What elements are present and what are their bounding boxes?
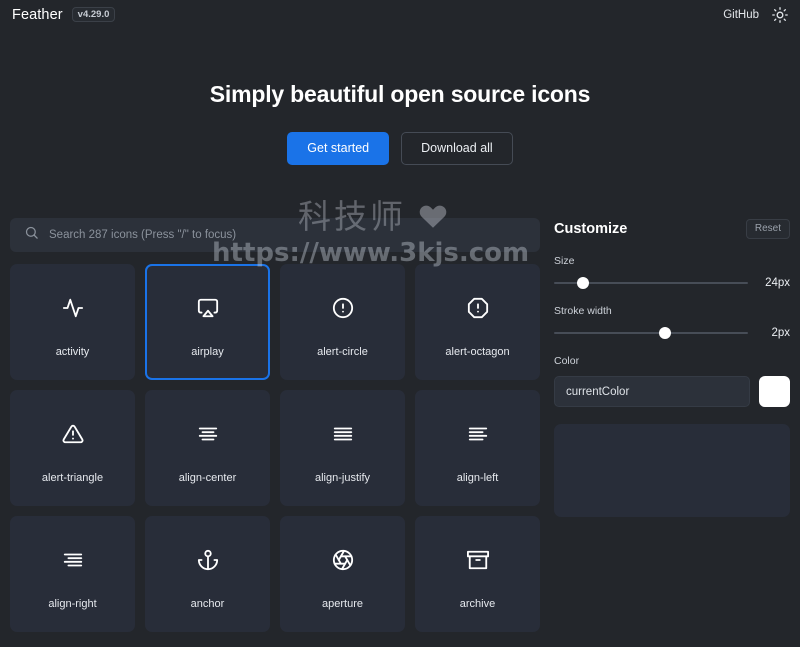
customize-panel: Customize Reset Size 24px Stroke width 2… xyxy=(554,218,790,632)
icon-card-activity[interactable]: activity xyxy=(10,264,135,380)
icon-card-alert-octagon[interactable]: alert-octagon xyxy=(415,264,540,380)
stroke-slider-thumb[interactable] xyxy=(658,327,671,339)
color-label: Color xyxy=(554,355,580,367)
top-header: Feather v4.29.0 GitHub xyxy=(0,0,800,29)
icon-card-anchor[interactable]: anchor xyxy=(145,516,270,632)
customize-title: Customize xyxy=(554,221,628,237)
icon-card-align-center[interactable]: align-center xyxy=(145,390,270,506)
icon-label: align-center xyxy=(178,472,237,484)
get-started-button[interactable]: Get started xyxy=(287,132,390,165)
archive-icon xyxy=(466,548,490,572)
icon-label: activity xyxy=(55,346,90,358)
icon-card-align-left[interactable]: align-left xyxy=(415,390,540,506)
icon-label: alert-triangle xyxy=(41,472,104,484)
align-center-icon xyxy=(196,422,220,446)
icon-label: alert-circle xyxy=(317,346,368,358)
icon-card-align-right[interactable]: align-right xyxy=(10,516,135,632)
icon-card-alert-circle[interactable]: alert-circle xyxy=(280,264,405,380)
icon-card-align-justify[interactable]: align-justify xyxy=(280,390,405,506)
align-right-icon xyxy=(61,548,85,572)
icon-preview-box xyxy=(554,424,790,517)
alert-circle-icon xyxy=(331,296,355,320)
hero-section: Simply beautiful open source icons Get s… xyxy=(0,29,800,165)
size-slider-thumb[interactable] xyxy=(577,277,590,289)
icon-card-airplay[interactable]: airplay xyxy=(145,264,270,380)
icon-label: align-left xyxy=(456,472,499,484)
main-content: activity airplay xyxy=(0,218,800,632)
size-slider-row: 24px xyxy=(554,276,790,290)
search-bar[interactable] xyxy=(10,218,540,252)
stroke-slider[interactable] xyxy=(554,326,748,340)
icon-label: archive xyxy=(459,598,496,610)
color-control: Color xyxy=(554,355,790,407)
stroke-slider-track xyxy=(554,332,748,334)
brand[interactable]: Feather v4.29.0 xyxy=(12,6,116,23)
airplay-icon xyxy=(196,296,220,320)
alert-triangle-icon xyxy=(61,422,85,446)
aperture-icon xyxy=(331,548,355,572)
sun-icon[interactable] xyxy=(772,6,788,23)
icon-label: aperture xyxy=(322,598,363,610)
anchor-icon xyxy=(196,548,220,572)
align-left-icon xyxy=(466,422,490,446)
stroke-value: 2px xyxy=(771,327,790,339)
activity-icon xyxy=(61,296,85,320)
icon-card-aperture[interactable]: aperture xyxy=(280,516,405,632)
size-control: Size 24px xyxy=(554,255,790,290)
icon-card-archive[interactable]: archive xyxy=(415,516,540,632)
stroke-control: Stroke width 2px xyxy=(554,305,790,340)
stroke-label: Stroke width xyxy=(554,305,612,317)
align-justify-icon xyxy=(331,422,355,446)
page-root: Feather v4.29.0 GitHub Simply beautiful … xyxy=(0,0,800,647)
stroke-slider-row: 2px xyxy=(554,326,790,340)
icon-label: align-justify xyxy=(314,472,371,484)
brand-name: Feather xyxy=(12,6,63,23)
version-badge: v4.29.0 xyxy=(71,6,116,23)
size-value: 24px xyxy=(765,277,790,289)
search-icon xyxy=(24,225,39,245)
color-swatch[interactable] xyxy=(759,376,790,407)
icon-label: airplay xyxy=(191,346,224,358)
icon-card-alert-triangle[interactable]: alert-triangle xyxy=(10,390,135,506)
customize-header: Customize Reset xyxy=(554,218,790,240)
size-label: Size xyxy=(554,255,575,267)
github-link[interactable]: GitHub xyxy=(723,9,759,21)
icon-label: align-right xyxy=(48,598,97,610)
header-actions: GitHub xyxy=(723,6,788,23)
color-input[interactable] xyxy=(554,376,750,407)
icon-browser: activity airplay xyxy=(10,218,540,632)
icon-grid: activity airplay alert-circle alert-octa… xyxy=(10,264,540,632)
alert-octagon-icon xyxy=(466,296,490,320)
hero-actions: Get started Download all xyxy=(0,132,800,165)
reset-button[interactable]: Reset xyxy=(745,219,790,239)
search-input[interactable] xyxy=(49,229,526,241)
size-slider[interactable] xyxy=(554,276,748,290)
icon-label: anchor xyxy=(190,598,225,610)
download-all-button[interactable]: Download all xyxy=(401,132,513,165)
icon-label: alert-octagon xyxy=(445,346,510,358)
page-title: Simply beautiful open source icons xyxy=(209,81,591,107)
color-row xyxy=(554,376,790,407)
